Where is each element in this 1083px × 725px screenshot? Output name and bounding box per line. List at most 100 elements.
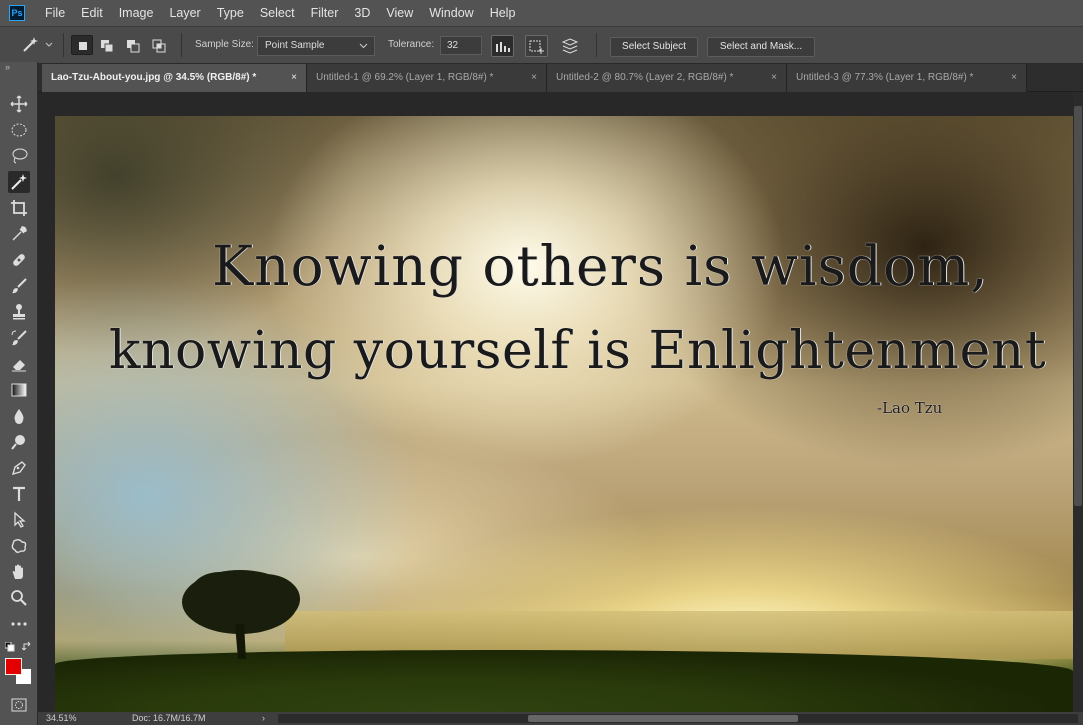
tolerance-label: Tolerance: (388, 39, 435, 50)
eyedropper-tool[interactable] (8, 223, 30, 245)
anti-alias-toggle[interactable] (491, 35, 514, 57)
document-size: Doc: 16.7M/16.7M (132, 713, 206, 723)
tolerance-input[interactable]: 32 (440, 36, 482, 55)
menu-type[interactable]: Type (209, 0, 252, 26)
sample-all-layers-toggle[interactable] (558, 35, 581, 57)
menu-edit[interactable]: Edit (73, 0, 111, 26)
swap-colors-icon[interactable] (22, 641, 33, 652)
quote-line-1: Knowing others is wisdom, (212, 234, 989, 298)
menu-3d[interactable]: 3D (346, 0, 378, 26)
tab-untitled-3[interactable]: Untitled-3 @ 77.3% (Layer 1, RGB/8#) * × (787, 64, 1027, 92)
dodge-tool[interactable] (8, 431, 30, 453)
subtract-from-selection-button[interactable] (122, 35, 144, 55)
clone-stamp-tool[interactable] (8, 301, 30, 323)
more-tools[interactable] (8, 613, 30, 635)
status-menu-arrow[interactable]: › (262, 712, 265, 725)
menu-bar: Ps File Edit Image Layer Type Select Fil… (0, 0, 1083, 26)
sample-size-select[interactable]: Point Sample (257, 36, 375, 56)
close-icon[interactable]: × (1011, 64, 1017, 91)
select-and-mask-button[interactable]: Select and Mask... (707, 37, 815, 57)
photoshop-logo: Ps (9, 5, 25, 21)
more-tools-icon (11, 622, 27, 626)
document-image[interactable]: Knowing others is wisdom, knowing yourse… (55, 116, 1073, 712)
sample-size-label: Sample Size: (195, 39, 254, 50)
separator (63, 33, 64, 57)
add-to-selection-button[interactable] (96, 35, 118, 55)
tab-label: Untitled-3 @ 77.3% (Layer 1, RGB/8#) * (796, 72, 974, 83)
contiguous-icon (529, 40, 544, 54)
blur-tool[interactable] (8, 405, 30, 427)
tools-panel: » (0, 62, 38, 725)
options-bar: Sample Size: Point Sample Tolerance: 32 … (0, 26, 1083, 64)
menu-image[interactable]: Image (111, 0, 162, 26)
lasso-tool[interactable] (8, 145, 30, 167)
menu-window[interactable]: Window (421, 0, 481, 26)
history-brush-tool[interactable] (8, 327, 30, 349)
menu-file[interactable]: File (37, 0, 73, 26)
default-colors-icon[interactable] (5, 642, 15, 652)
menu-filter[interactable]: Filter (303, 0, 347, 26)
zoom-level[interactable]: 34.51% (46, 712, 77, 725)
magic-wand-icon (23, 37, 53, 52)
select-subject-button[interactable]: Select Subject (610, 37, 698, 57)
magic-wand-icon (11, 174, 27, 190)
path-selection-tool[interactable] (8, 509, 30, 531)
horizontal-scrollbar[interactable] (278, 714, 1078, 723)
pen-tool[interactable] (8, 457, 30, 479)
custom-shape-icon (11, 539, 27, 553)
vertical-scrollbar-thumb[interactable] (1074, 106, 1082, 506)
canvas-area[interactable]: Knowing others is wisdom, knowing yourse… (38, 92, 1083, 712)
vertical-scrollbar[interactable] (1073, 92, 1083, 712)
eyedropper-icon (12, 226, 27, 241)
type-icon (13, 486, 25, 501)
horizontal-scrollbar-thumb[interactable] (528, 715, 798, 722)
intersect-selection-button[interactable] (148, 35, 170, 55)
crop-tool[interactable] (8, 197, 30, 219)
zoom-icon (11, 590, 27, 606)
contiguous-toggle[interactable] (525, 35, 548, 57)
gradient-icon (11, 383, 27, 397)
tab-untitled-2[interactable]: Untitled-2 @ 80.7% (Layer 2, RGB/8#) * × (547, 64, 787, 92)
document-tabs: Lao-Tzu-About-you.jpg @ 34.5% (RGB/8#) *… (0, 64, 1083, 92)
eraser-tool[interactable] (8, 353, 30, 375)
close-icon[interactable]: × (531, 64, 537, 91)
menu-layer[interactable]: Layer (161, 0, 208, 26)
close-icon[interactable]: × (291, 64, 297, 91)
history-brush-icon (11, 330, 27, 346)
hand-tool[interactable] (8, 561, 30, 583)
tab-label: Untitled-2 @ 80.7% (Layer 2, RGB/8#) * (556, 72, 734, 83)
gradient-tool[interactable] (8, 379, 30, 401)
collapse-panel-icon[interactable]: » (5, 62, 10, 72)
hand-icon (12, 564, 23, 579)
tool-preset-picker[interactable] (18, 35, 58, 55)
menu-select[interactable]: Select (252, 0, 303, 26)
move-tool[interactable] (8, 93, 30, 115)
blur-icon (14, 409, 24, 424)
sample-size-value: Point Sample (265, 40, 325, 51)
quote-author: -Lao Tzu (877, 399, 943, 417)
zoom-tool[interactable] (8, 587, 30, 609)
marquee-tool[interactable] (8, 119, 30, 141)
menu-view[interactable]: View (378, 0, 421, 26)
path-selection-icon (14, 511, 26, 528)
eraser-icon (12, 360, 26, 372)
magic-wand-tool[interactable] (8, 171, 30, 193)
tab-untitled-1[interactable]: Untitled-1 @ 69.2% (Layer 1, RGB/8#) * × (307, 64, 547, 92)
healing-brush-tool[interactable] (8, 249, 30, 271)
quick-mask-icon[interactable] (11, 698, 27, 712)
new-selection-button[interactable] (71, 35, 93, 55)
brush-tool[interactable] (8, 275, 30, 297)
status-bar: 34.51% Doc: 16.7M/16.7M › (38, 712, 1083, 725)
tab-lao-tzu[interactable]: Lao-Tzu-About-you.jpg @ 34.5% (RGB/8#) *… (42, 64, 307, 92)
tab-label: Lao-Tzu-About-you.jpg @ 34.5% (RGB/8#) * (51, 72, 257, 83)
foreground-color-swatch[interactable] (5, 658, 22, 675)
pen-icon (11, 461, 26, 476)
brush-icon (12, 278, 27, 294)
custom-shape-tool[interactable] (8, 535, 30, 557)
clone-stamp-icon (13, 304, 25, 320)
type-tool[interactable] (8, 483, 30, 505)
menu-help[interactable]: Help (482, 0, 524, 26)
tab-label: Untitled-1 @ 69.2% (Layer 1, RGB/8#) * (316, 72, 494, 83)
close-icon[interactable]: × (771, 64, 777, 91)
lasso-icon (12, 148, 28, 164)
